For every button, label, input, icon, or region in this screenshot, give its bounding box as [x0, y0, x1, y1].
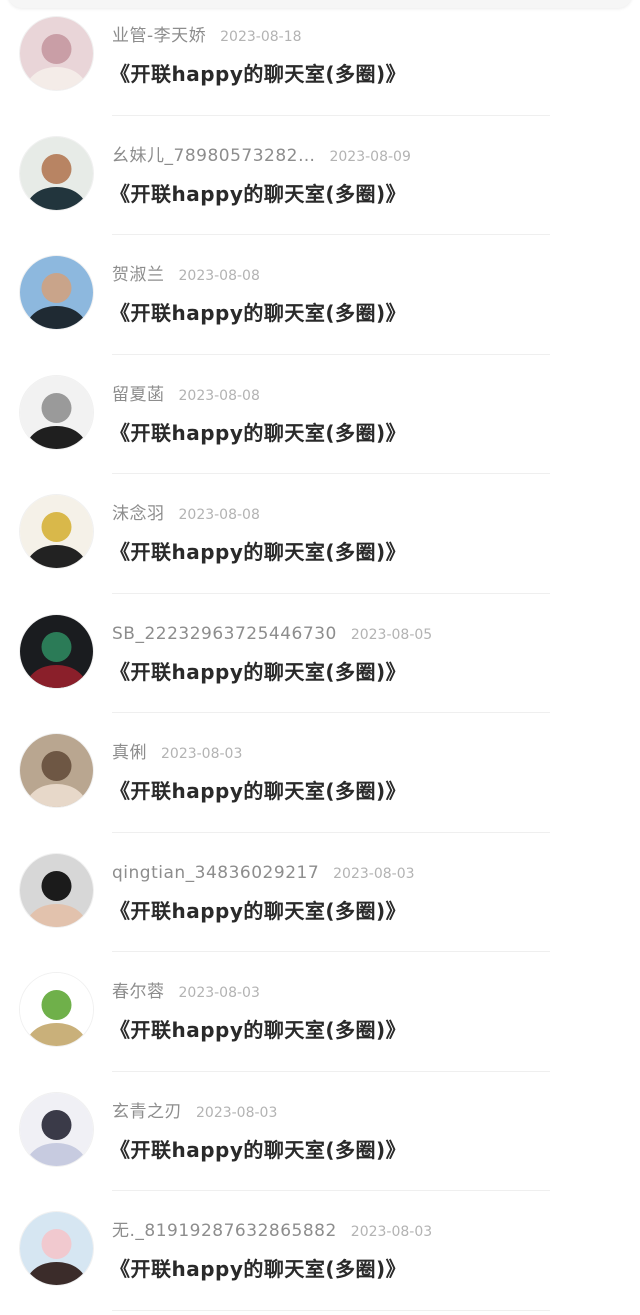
- divider: [112, 1070, 550, 1072]
- user-name[interactable]: 玄青之刃: [112, 1102, 182, 1122]
- user-name[interactable]: SB_22232963725446730: [112, 624, 337, 644]
- comment-item[interactable]: 贺淑兰 2023-08-08 《开联happy的聊天室(多圈)》: [0, 239, 640, 359]
- comment-item[interactable]: 真俐 2023-08-03 《开联happy的聊天室(多圈)》: [0, 717, 640, 837]
- comment-meta: SB_22232963725446730 2023-08-05: [112, 623, 432, 646]
- divider: [112, 712, 550, 713]
- user-name[interactable]: 贺淑兰: [112, 265, 165, 285]
- comment-item[interactable]: qingtian_34836029217 2023-08-03 《开联happy的聊…: [0, 837, 640, 957]
- divider: [112, 234, 550, 235]
- divider: [112, 831, 550, 833]
- user-name[interactable]: qingtian_34836029217: [112, 863, 319, 883]
- comment-date: 2023-08-03: [350, 1224, 433, 1240]
- user-name[interactable]: 无._81919287632865882: [112, 1221, 337, 1241]
- comment-text: 《开联happy的聊天室(多圈)》: [110, 1137, 407, 1162]
- divider: [112, 1309, 550, 1311]
- user-name[interactable]: 真俐: [112, 743, 147, 763]
- avatar[interactable]: [20, 853, 93, 927]
- comment-meta: 春尔蓉 2023-08-03: [112, 981, 260, 1004]
- comment-item[interactable]: 留夏菡 2023-08-08 《开联happy的聊天室(多圈)》: [0, 359, 640, 479]
- divider: [112, 592, 550, 594]
- avatar[interactable]: [20, 256, 93, 329]
- comment-date: 2023-08-08: [178, 387, 260, 404]
- comment-meta: qingtian_34836029217 2023-08-03: [112, 862, 415, 885]
- comment-meta: 玄青之刃 2023-08-03: [112, 1101, 277, 1124]
- comment-item[interactable]: 无._81919287632865882 2023-08-03 《开联happy的聊…: [0, 1195, 640, 1315]
- comment-meta: 幺妹儿_78980573282… 2023-08-09: [112, 145, 411, 168]
- avatar[interactable]: [20, 734, 93, 807]
- comment-item[interactable]: 春尔蓉 2023-08-03 《开联happy的聊天室(多圈)》: [0, 956, 640, 1076]
- comment-text: 《开联happy的聊天室(多圈)》: [110, 540, 407, 564]
- user-name[interactable]: 业管-李天娇: [112, 26, 206, 46]
- comment-meta: 业管-李天娇 2023-08-18: [112, 25, 302, 48]
- comment-meta: 真俐 2023-08-03: [112, 742, 242, 765]
- avatar[interactable]: [20, 375, 93, 449]
- comment-date: 2023-08-08: [178, 268, 260, 284]
- comment-item[interactable]: 幺妹儿_78980573282… 2023-08-09 《开联happy的聊天室(多…: [0, 120, 640, 240]
- comment-text: 《开联happy的聊天室(多圈)》: [110, 301, 407, 325]
- comment-list: 业管-李天娇 2023-08-18 《开联happy的聊天室(多圈)》 幺妹儿_789…: [0, 0, 640, 1315]
- comment-date: 2023-08-09: [329, 148, 411, 165]
- comment-text: 《开联happy的聊天室(多圈)》: [110, 779, 407, 803]
- comment-item[interactable]: 业管-李天娇 2023-08-18 《开联happy的聊天室(多圈)》: [0, 0, 640, 120]
- comment-meta: 沫念羽 2023-08-08: [112, 503, 260, 526]
- comment-text: 《开联happy的聊天室(多圈)》: [110, 62, 407, 86]
- comment-text: 《开联happy的聊天室(多圈)》: [110, 181, 407, 206]
- divider: [112, 1190, 550, 1191]
- avatar[interactable]: [20, 614, 93, 688]
- divider: [112, 473, 550, 474]
- comment-date: 2023-08-08: [178, 507, 260, 523]
- user-name[interactable]: 春尔蓉: [112, 982, 165, 1002]
- user-name[interactable]: 留夏菡: [112, 385, 165, 405]
- comment-date: 2023-08-03: [196, 1104, 278, 1121]
- comment-meta: 无._81919287632865882 2023-08-03: [112, 1220, 432, 1243]
- comment-text: 《开联happy的聊天室(多圈)》: [110, 898, 407, 923]
- comment-date: 2023-08-03: [161, 746, 243, 762]
- avatar[interactable]: [20, 1092, 93, 1166]
- comment-meta: 贺淑兰 2023-08-08: [112, 264, 260, 287]
- comment-text: 《开联happy的聊天室(多圈)》: [110, 1018, 407, 1042]
- comment-text: 《开联happy的聊天室(多圈)》: [110, 659, 407, 684]
- comment-text: 《开联happy的聊天室(多圈)》: [110, 1257, 407, 1281]
- divider: [112, 114, 550, 116]
- avatar[interactable]: [20, 1212, 93, 1285]
- comment-text: 《开联happy的聊天室(多圈)》: [110, 420, 407, 445]
- divider: [112, 951, 550, 952]
- comment-date: 2023-08-03: [178, 985, 260, 1001]
- divider: [112, 353, 550, 355]
- comment-date: 2023-08-03: [333, 865, 415, 882]
- user-name[interactable]: 幺妹儿_78980573282…: [112, 146, 315, 166]
- avatar[interactable]: [20, 495, 93, 568]
- comment-item[interactable]: 沫念羽 2023-08-08 《开联happy的聊天室(多圈)》: [0, 478, 640, 598]
- avatar[interactable]: [20, 17, 93, 90]
- comment-date: 2023-08-18: [220, 29, 302, 45]
- comment-date: 2023-08-05: [350, 626, 433, 643]
- comment-item[interactable]: 玄青之刃 2023-08-03 《开联happy的聊天室(多圈)》: [0, 1076, 640, 1196]
- user-name[interactable]: 沫念羽: [112, 504, 165, 524]
- comment-item[interactable]: SB_22232963725446730 2023-08-05 《开联happy的聊…: [0, 598, 640, 718]
- avatar[interactable]: [20, 136, 93, 210]
- comment-meta: 留夏菡 2023-08-08: [112, 384, 260, 407]
- avatar[interactable]: [20, 973, 93, 1046]
